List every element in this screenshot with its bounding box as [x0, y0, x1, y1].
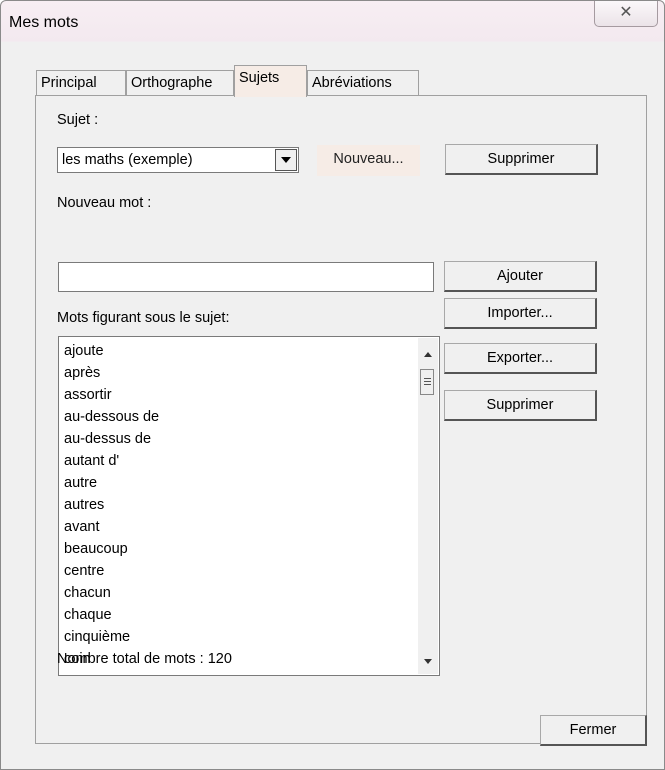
total-words-label: Nombre total de mots : 120 — [57, 651, 232, 667]
subject-selected-value: les maths (exemple) — [62, 152, 193, 168]
new-word-input[interactable] — [58, 262, 434, 292]
delete-word-button[interactable]: Supprimer — [444, 390, 597, 421]
words-list: ajoute après assortir au-dessous de au-dessu… — [64, 340, 159, 670]
list-item[interactable]: au-dessus de — [64, 428, 159, 450]
close-dialog-button[interactable]: Fermer — [540, 715, 647, 746]
import-button[interactable]: Importer... — [444, 298, 597, 329]
scroll-up-icon[interactable] — [424, 352, 432, 357]
close-button[interactable]: ✕ — [594, 1, 658, 27]
dialog-body: Principal Orthographe Abréviations Sujet… — [9, 42, 658, 769]
delete-subject-button[interactable]: Supprimer — [445, 144, 598, 175]
list-item[interactable]: ajoute — [64, 340, 159, 362]
list-item[interactable]: après — [64, 362, 159, 384]
scroll-down-icon[interactable] — [424, 659, 432, 664]
subject-label: Sujet : — [57, 112, 99, 128]
words-list-label: Mots figurant sous le sujet: — [57, 310, 230, 326]
list-item[interactable]: autant d' — [64, 450, 159, 472]
list-item[interactable]: au-dessous de — [64, 406, 159, 428]
tab-abreviations[interactable]: Abréviations — [307, 70, 419, 96]
dropdown-button[interactable] — [275, 149, 297, 171]
scroll-thumb[interactable] — [420, 369, 434, 395]
list-item[interactable]: chacun — [64, 582, 159, 604]
list-item[interactable]: assortir — [64, 384, 159, 406]
tab-sujets[interactable]: Sujets — [234, 65, 307, 97]
close-icon: ✕ — [619, 4, 633, 21]
window-title: Mes mots — [9, 14, 79, 31]
list-item[interactable]: centre — [64, 560, 159, 582]
tab-orthographe[interactable]: Orthographe — [126, 70, 234, 96]
tab-principal[interactable]: Principal — [36, 70, 126, 96]
new-word-label: Nouveau mot : — [57, 195, 152, 211]
list-item[interactable]: autres — [64, 494, 159, 516]
list-item[interactable]: chaque — [64, 604, 159, 626]
list-item[interactable]: autre — [64, 472, 159, 494]
new-subject-button[interactable]: Nouveau... — [317, 145, 420, 176]
subject-dropdown[interactable]: les maths (exemple) — [57, 147, 299, 173]
dialog-window: Mes mots ✕ Principal Orthographe Abrévia… — [0, 0, 665, 770]
chevron-down-icon — [281, 157, 291, 163]
words-listbox[interactable]: ajoute après assortir au-dessous de au-dessu… — [58, 336, 440, 676]
list-item[interactable]: cinquième — [64, 626, 159, 648]
list-item[interactable]: beaucoup — [64, 538, 159, 560]
list-item[interactable]: avant — [64, 516, 159, 538]
add-word-button[interactable]: Ajouter — [444, 261, 597, 292]
export-button[interactable]: Exporter... — [444, 343, 597, 374]
scrollbar[interactable] — [418, 338, 438, 674]
title-bar: Mes mots ✕ — [1, 1, 664, 41]
